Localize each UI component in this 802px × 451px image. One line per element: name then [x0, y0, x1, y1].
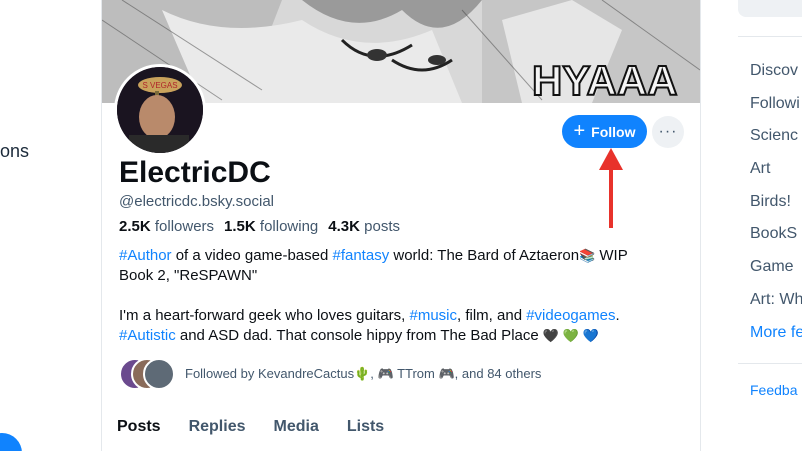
profile-main-column: HYAAA S VEGAS + Follow ··· ElectricDC @e…	[101, 0, 701, 451]
feed-link[interactable]: Art	[750, 158, 802, 191]
avatar-photo: S VEGAS	[117, 67, 203, 153]
feed-link[interactable]: Art: Wh	[750, 289, 802, 322]
ellipsis-icon: ···	[658, 123, 678, 140]
hashtag-link[interactable]: #Autistic	[119, 327, 176, 344]
display-name: ElectricDC	[119, 156, 271, 189]
gamepad-emoji: 🎮	[377, 366, 394, 381]
svg-text:S VEGAS: S VEGAS	[142, 81, 177, 90]
annotation-arrow	[599, 148, 623, 228]
gamepad-emoji: 🎮	[438, 366, 455, 381]
feeds-list: Discov Followi Scienc Art Birds! BookS G…	[750, 60, 802, 354]
banner-text: HYAAA	[532, 57, 677, 103]
feedback-link[interactable]: Feedba	[750, 382, 797, 398]
feed-link[interactable]: Birds!	[750, 191, 802, 224]
posts-stat: 4.3K posts	[328, 218, 400, 235]
tab-posts[interactable]: Posts	[117, 418, 161, 436]
plus-icon: +	[573, 119, 586, 142]
followers-stat[interactable]: 2.5K followers	[119, 218, 214, 235]
more-feeds-link[interactable]: More fe	[750, 322, 802, 355]
feed-link[interactable]: Game	[750, 256, 802, 289]
follow-label: Follow	[591, 123, 636, 140]
search-input[interactable]	[738, 0, 802, 17]
follow-button[interactable]: + Follow	[562, 115, 647, 148]
books-emoji: 📚	[579, 248, 596, 263]
following-stat[interactable]: 1.5K following	[224, 218, 318, 235]
profile-tabs: Posts Replies Media Lists	[117, 418, 384, 436]
feed-link[interactable]: Scienc	[750, 125, 802, 158]
hashtag-link[interactable]: #fantasy	[332, 247, 389, 264]
divider	[738, 363, 802, 364]
avatar[interactable]: S VEGAS	[114, 64, 206, 156]
left-nav-fragment[interactable]: ons	[0, 141, 29, 162]
feed-link[interactable]: BookS	[750, 223, 802, 256]
cactus-emoji: 🌵	[354, 366, 371, 381]
compose-button[interactable]	[0, 433, 22, 451]
hearts-emoji: 🖤 💚 💙	[542, 328, 599, 343]
profile-bio: #Author of a video game-based #fantasy w…	[119, 247, 628, 344]
follower-avatar	[143, 358, 175, 390]
tab-lists[interactable]: Lists	[347, 418, 384, 436]
hashtag-link[interactable]: #Author	[119, 247, 172, 264]
known-followers[interactable]: Followed by KevandreCactus🌵, 🎮 TTrom 🎮, …	[119, 358, 541, 390]
tab-media[interactable]: Media	[274, 418, 319, 436]
more-options-button[interactable]: ···	[652, 116, 684, 148]
divider	[738, 36, 802, 37]
followed-by-text: Followed by KevandreCactus🌵, 🎮 TTrom 🎮, …	[185, 366, 542, 381]
follower-avatars	[119, 358, 175, 390]
hashtag-link[interactable]: #videogames	[526, 307, 615, 324]
feed-link[interactable]: Discov	[750, 60, 802, 93]
hashtag-link[interactable]: #music	[410, 307, 458, 324]
tab-replies[interactable]: Replies	[189, 418, 246, 436]
profile-handle: @electricdc.bsky.social	[119, 193, 274, 210]
feed-link[interactable]: Followi	[750, 93, 802, 126]
profile-stats: 2.5K followers 1.5K following 4.3K posts	[119, 218, 400, 235]
